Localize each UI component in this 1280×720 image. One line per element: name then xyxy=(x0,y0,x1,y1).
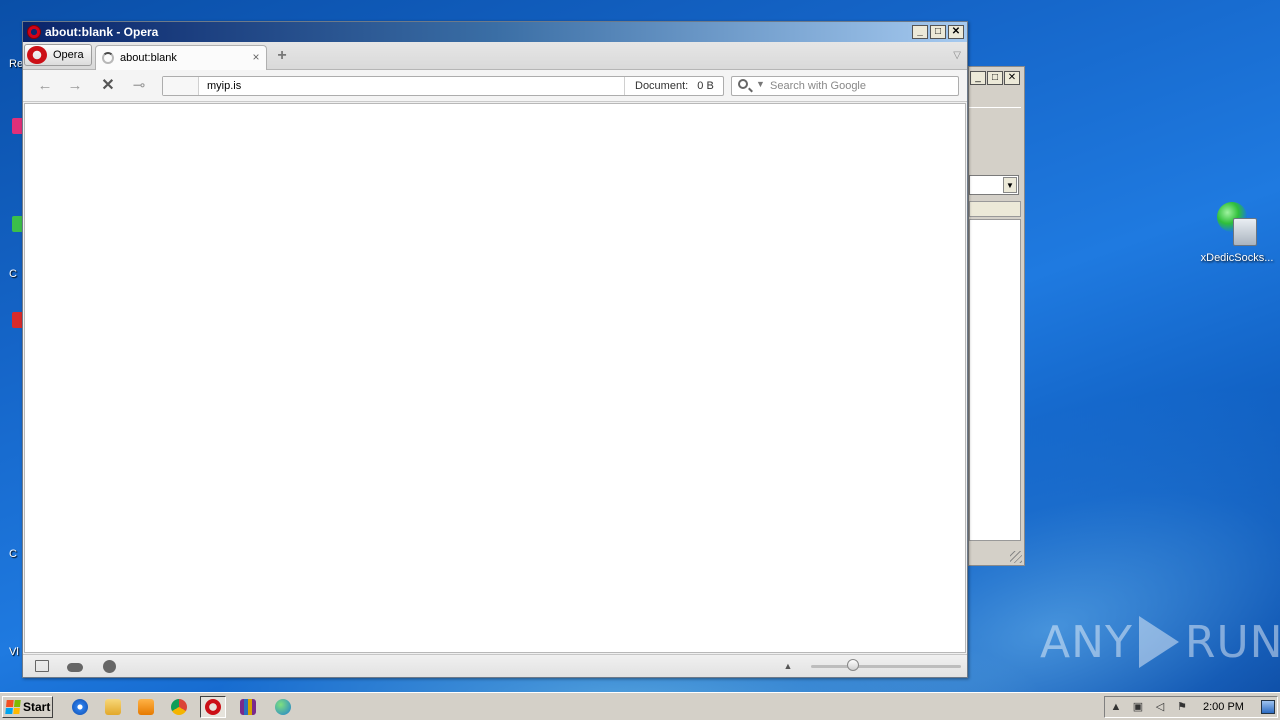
network-icon[interactable]: ▣ xyxy=(1131,701,1145,714)
cloud-icon[interactable] xyxy=(67,663,83,672)
new-tab-icon[interactable]: + xyxy=(275,48,289,64)
desktop-label-fragment: C xyxy=(9,548,17,560)
network-computer-icon xyxy=(1213,202,1261,250)
desktop-icon-xdedicsocks[interactable]: xDedicSocks... xyxy=(1198,202,1276,264)
close-icon[interactable]: ✕ xyxy=(948,25,964,39)
background-window-list[interactable] xyxy=(969,219,1021,541)
opera-menu-button[interactable]: Opera xyxy=(24,44,92,66)
volume-icon[interactable]: ◁ xyxy=(1153,701,1167,714)
search-icon xyxy=(738,79,748,89)
search-input[interactable] xyxy=(770,79,952,93)
back-arrow-icon[interactable]: ← xyxy=(35,76,55,96)
chrome-icon[interactable] xyxy=(166,696,192,718)
background-window-combo[interactable]: ▼ xyxy=(969,175,1019,195)
key-icon[interactable]: ⊸ xyxy=(129,76,149,96)
search-engine-dropdown-icon[interactable]: ▼ xyxy=(756,79,765,89)
clock[interactable]: 2:00 PM xyxy=(1203,701,1244,713)
watermark-text-left: ANY xyxy=(1040,616,1133,668)
opera-menu-label: Opera xyxy=(53,49,84,61)
folder-icon[interactable] xyxy=(100,696,126,718)
chevron-up-icon[interactable]: ▲ xyxy=(1109,701,1123,714)
zoom-slider-track[interactable] xyxy=(811,665,961,668)
network-app-icon[interactable] xyxy=(270,696,296,718)
taskbar: Start ▲ ▣ ◁ ⚑ 2:00 PM xyxy=(0,692,1280,720)
maximize-icon[interactable]: □ xyxy=(987,71,1003,85)
start-button[interactable]: Start xyxy=(2,696,53,718)
desktop-label-fragment: C xyxy=(9,268,17,280)
background-window-list-header xyxy=(969,201,1021,217)
document-label: Document: xyxy=(635,80,689,92)
watermark-text-right: RUN xyxy=(1184,616,1280,668)
tab-title: about:blank xyxy=(120,52,177,64)
chevron-down-icon[interactable]: ▼ xyxy=(1003,177,1017,193)
tab-about-blank[interactable]: about:blank × xyxy=(95,45,267,70)
background-window[interactable]: _ □ ✕ ▼ xyxy=(968,66,1025,566)
minimize-icon[interactable]: _ xyxy=(912,25,928,39)
loading-spinner-icon xyxy=(102,52,114,64)
desktop-label-fragment: Re xyxy=(9,58,24,70)
window-title: about:blank - Opera xyxy=(45,25,159,39)
stop-icon[interactable]: ✕ xyxy=(98,76,118,96)
minimize-icon[interactable]: _ xyxy=(970,71,986,85)
system-tray: ▲ ▣ ◁ ⚑ 2:00 PM xyxy=(1104,696,1278,718)
panel-toggle-icon[interactable] xyxy=(35,660,49,672)
opera-logo-icon xyxy=(27,46,47,64)
flag-icon[interactable]: ⚑ xyxy=(1175,701,1189,714)
media-player-icon[interactable] xyxy=(133,696,159,718)
play-icon xyxy=(1138,616,1179,668)
window-titlebar[interactable]: about:blank - Opera _ □ ✕ xyxy=(23,22,967,42)
document-size: 0 B xyxy=(697,80,714,92)
background-window-panel xyxy=(969,107,1021,237)
address-bar[interactable]: myip.is Document: 0 B xyxy=(162,76,724,96)
windows-logo-icon xyxy=(5,700,21,714)
zoom-slider-thumb[interactable] xyxy=(847,659,859,671)
page-content[interactable] xyxy=(24,103,966,653)
opera-window[interactable]: about:blank - Opera _ □ ✕ Opera about:bl… xyxy=(22,21,968,678)
address-value[interactable]: myip.is xyxy=(207,80,241,92)
internet-explorer-icon[interactable] xyxy=(67,696,93,718)
navigation-toolbar: ← → ✕ ⊸ myip.is Document: 0 B ▼ xyxy=(23,70,967,102)
desktop-icon-label: xDedicSocks... xyxy=(1200,252,1274,264)
chevron-up-icon[interactable]: ▲ xyxy=(781,660,795,672)
winrar-icon[interactable] xyxy=(235,696,261,718)
tab-close-icon[interactable]: × xyxy=(250,51,262,63)
speed-dial-icon[interactable] xyxy=(103,660,116,673)
forward-arrow-icon[interactable]: → xyxy=(65,76,85,96)
status-bar: ▲ xyxy=(23,654,967,677)
site-badge[interactable] xyxy=(163,77,199,95)
desktop-label-fragment: Vl xyxy=(9,646,19,658)
tab-list-chevron-icon[interactable]: ▽ xyxy=(953,50,961,61)
show-desktop-icon[interactable] xyxy=(1261,700,1275,714)
opera-icon[interactable] xyxy=(200,696,226,718)
start-label: Start xyxy=(23,700,51,714)
tab-strip: Opera about:blank × + ▽ xyxy=(23,42,967,70)
close-icon[interactable]: ✕ xyxy=(1004,71,1020,85)
document-size-indicator: Document: 0 B xyxy=(624,77,724,95)
opera-logo-icon xyxy=(27,25,41,39)
maximize-icon[interactable]: □ xyxy=(930,25,946,39)
resize-grip-icon[interactable] xyxy=(1010,551,1022,563)
anyrun-watermark: ANY RUN xyxy=(1040,612,1280,672)
search-box[interactable]: ▼ xyxy=(731,76,959,96)
